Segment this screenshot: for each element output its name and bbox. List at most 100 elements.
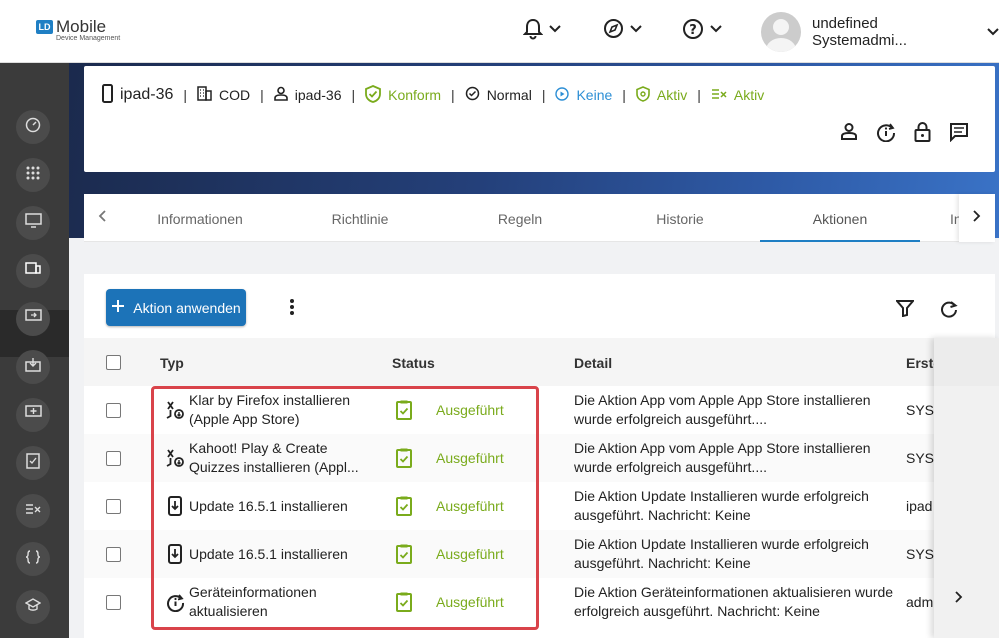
sidebar-item-compliance[interactable] bbox=[16, 446, 50, 480]
tab-aktionen[interactable]: Aktionen bbox=[760, 194, 920, 242]
column-header-creator[interactable]: Erste bbox=[906, 338, 934, 388]
column-header-typ[interactable]: Typ bbox=[160, 338, 184, 388]
device-state: Normal bbox=[486, 87, 532, 103]
action-creator: adm bbox=[906, 594, 934, 610]
top-bar: LD Mobile Device Management ? undefined … bbox=[0, 0, 999, 63]
apply-action-button[interactable]: Aktion anwenden bbox=[106, 289, 246, 326]
sidebar-item-policies[interactable] bbox=[16, 494, 50, 528]
avatar bbox=[761, 12, 801, 52]
separator: | bbox=[351, 87, 356, 103]
scroll-right-button[interactable] bbox=[955, 590, 963, 608]
device-summary-card: ipad-36 | COD | ipad-36 | Konform | Norm… bbox=[84, 66, 995, 172]
device-tabs: Informationen Richtlinie Regeln Historie… bbox=[84, 194, 995, 242]
select-all-checkbox[interactable] bbox=[106, 355, 121, 370]
separator: | bbox=[260, 87, 264, 103]
column-header-detail[interactable]: Detail bbox=[574, 338, 612, 388]
separator: | bbox=[697, 87, 701, 103]
tabs-scroll-left[interactable] bbox=[84, 194, 120, 242]
assign-user-icon[interactable] bbox=[840, 122, 858, 142]
user-item: ipad-36 bbox=[273, 86, 342, 104]
sidebar-item-apps[interactable] bbox=[16, 158, 50, 192]
tab-regeln[interactable]: Regeln bbox=[440, 194, 600, 242]
row-checkbox[interactable] bbox=[106, 403, 121, 418]
device-user: ipad-36 bbox=[294, 87, 342, 103]
devices-icon bbox=[25, 262, 41, 280]
column-header-status[interactable]: Status bbox=[392, 338, 435, 388]
action-detail: Die Aktion Update Installieren wurde erf… bbox=[574, 536, 869, 571]
sidebar-item-dashboard[interactable] bbox=[16, 110, 50, 144]
row-checkbox[interactable] bbox=[106, 499, 121, 514]
logo-sub-text: Device Management bbox=[56, 35, 121, 42]
device-action-bar bbox=[840, 122, 969, 142]
sidebar-item-install[interactable] bbox=[16, 350, 50, 384]
action-detail: Die Aktion Geräteinformationen aktualisi… bbox=[574, 584, 894, 619]
action-creator: ipad bbox=[906, 498, 933, 514]
logo-badge: LD bbox=[36, 20, 53, 34]
refresh-icon[interactable] bbox=[940, 300, 958, 323]
info-refresh-icon[interactable] bbox=[876, 122, 896, 142]
device-ownership: COD bbox=[219, 87, 251, 103]
action-creator: SYST bbox=[906, 402, 934, 418]
download-icon bbox=[25, 357, 41, 377]
device-name: ipad-36 bbox=[120, 86, 174, 103]
lost-mode-item: Keine bbox=[555, 86, 612, 104]
braces-icon bbox=[25, 549, 41, 569]
app-logo[interactable]: LD Mobile Device Management bbox=[36, 18, 120, 43]
shield-check-icon bbox=[365, 84, 382, 106]
state-item: Normal bbox=[465, 86, 532, 104]
tab-informationen[interactable]: Informationen bbox=[120, 194, 280, 242]
chevron-down-icon bbox=[987, 23, 999, 41]
device-name-item: ipad-36 bbox=[102, 84, 173, 106]
building-icon bbox=[197, 86, 212, 104]
sidebar-item-add[interactable] bbox=[16, 398, 50, 432]
monitor-plus-icon bbox=[24, 405, 42, 425]
chevron-down-icon bbox=[710, 25, 722, 33]
check-circle-icon bbox=[465, 86, 480, 104]
chevron-right-icon bbox=[973, 209, 981, 227]
user-menu[interactable]: undefined Systemadmi... bbox=[761, 12, 999, 52]
sidebar-item-devices[interactable] bbox=[16, 254, 50, 288]
tabs-scroll-right[interactable] bbox=[959, 194, 995, 242]
table-header: Typ Status Detail Erste bbox=[84, 338, 995, 386]
separator: | bbox=[541, 87, 546, 103]
chevron-right-icon bbox=[955, 590, 963, 607]
policy-list-icon bbox=[711, 87, 727, 103]
explore-menu[interactable] bbox=[603, 18, 642, 39]
help-icon: ? bbox=[682, 18, 704, 40]
graduation-cap-icon bbox=[24, 598, 42, 616]
separator: | bbox=[451, 87, 455, 103]
plus-icon bbox=[111, 299, 125, 316]
ownership-item: COD bbox=[197, 86, 250, 104]
protection-status: Aktiv bbox=[656, 87, 688, 103]
row-checkbox[interactable] bbox=[106, 595, 121, 610]
person-icon bbox=[273, 86, 288, 104]
highlight-box bbox=[151, 386, 539, 630]
sidebar-item-monitor[interactable] bbox=[16, 206, 50, 240]
header-scroll-shade bbox=[934, 338, 999, 386]
monitor-arrow-icon bbox=[24, 309, 42, 329]
compass-icon bbox=[603, 18, 624, 39]
sidebar-item-scripts[interactable] bbox=[16, 542, 50, 576]
grid-icon bbox=[26, 166, 40, 185]
lock-icon[interactable] bbox=[914, 122, 931, 142]
more-options-icon[interactable] bbox=[289, 298, 295, 321]
row-checkbox[interactable] bbox=[106, 451, 121, 466]
tab-historie[interactable]: Historie bbox=[600, 194, 760, 242]
sidebar-item-education[interactable] bbox=[16, 590, 50, 624]
play-circle-icon bbox=[555, 86, 570, 104]
bell-icon bbox=[523, 18, 543, 40]
filter-icon[interactable] bbox=[894, 300, 916, 322]
user-name: undefined Systemadmi... bbox=[811, 15, 908, 49]
sidebar-item-deploy[interactable] bbox=[16, 302, 50, 336]
help-menu[interactable]: ? bbox=[682, 18, 722, 40]
tab-more[interactable]: In bbox=[920, 194, 960, 242]
notifications-menu[interactable] bbox=[523, 18, 561, 40]
tab-richtlinie[interactable]: Richtlinie bbox=[280, 194, 440, 242]
separator: | bbox=[183, 87, 188, 103]
compliance-item: Konform bbox=[365, 84, 441, 106]
protection-item: Aktiv bbox=[636, 85, 688, 105]
message-icon[interactable] bbox=[949, 122, 969, 142]
chevron-down-icon bbox=[630, 24, 642, 33]
row-checkbox[interactable] bbox=[106, 547, 121, 562]
action-creator: SYST bbox=[906, 450, 934, 466]
